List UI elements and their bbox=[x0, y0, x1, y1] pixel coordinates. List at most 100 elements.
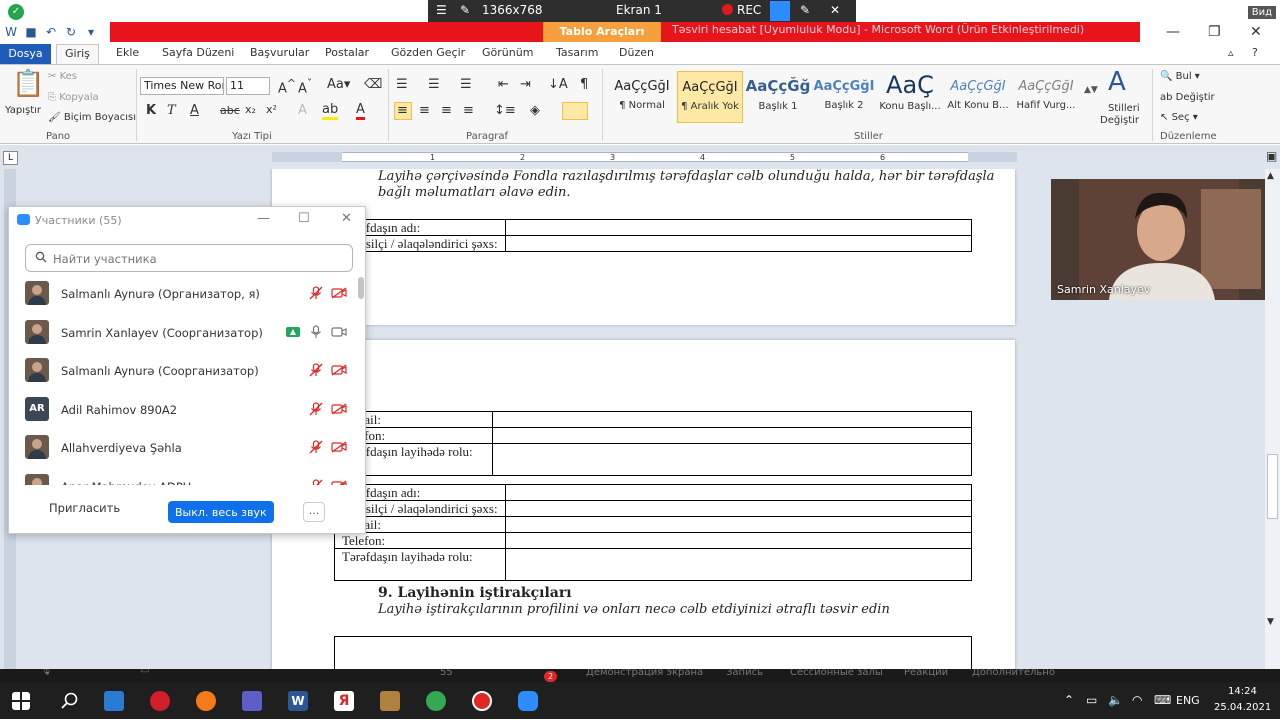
align-center-icon[interactable]: ≡ bbox=[419, 103, 430, 118]
subscript-icon[interactable]: x₂ bbox=[245, 103, 256, 116]
paste-icon[interactable]: 📋 bbox=[12, 69, 44, 99]
format-painter-button[interactable]: 🖌 Biçim Boyacısı bbox=[48, 112, 136, 123]
style-heading-1[interactable]: AaÇçĞğ Başlık 1 bbox=[745, 71, 811, 123]
maximize-icon[interactable]: ☐ bbox=[298, 211, 310, 226]
shading-icon[interactable]: ◈ bbox=[530, 103, 540, 118]
participant-list[interactable]: Salmanlı Aynurə (Организатор, я) Samrin X… bbox=[9, 275, 367, 485]
tray-expand-icon[interactable]: ⌃ bbox=[1064, 693, 1074, 707]
font-color-icon[interactable]: A bbox=[356, 103, 365, 120]
table-cell[interactable]: Tərəfdaşın layihədə rolu: bbox=[334, 548, 506, 581]
cut-button[interactable]: ✂ Kes bbox=[48, 71, 77, 82]
cursor-icon[interactable] bbox=[770, 1, 790, 21]
show-marks-icon[interactable]: ¶ bbox=[580, 77, 588, 92]
redo-icon[interactable]: ↻ bbox=[64, 25, 78, 39]
font-size-box[interactable]: 11 bbox=[226, 77, 270, 95]
borders-icon[interactable] bbox=[562, 102, 588, 120]
mic-muted-icon[interactable] bbox=[309, 401, 323, 416]
firefox-icon[interactable] bbox=[196, 691, 216, 711]
participant-row[interactable]: Salmanlı Aynurə (Организатор, я) bbox=[9, 275, 359, 313]
language-indicator[interactable]: ENG bbox=[1176, 694, 1200, 707]
participant-row[interactable]: Anar Mahmudov ADPU bbox=[9, 468, 359, 486]
font-name-box[interactable]: Times New Roı bbox=[140, 77, 224, 95]
tab-duzen[interactable]: Düzen bbox=[619, 46, 654, 59]
network-icon[interactable]: ◠ bbox=[1132, 693, 1142, 707]
participants-table[interactable] bbox=[334, 636, 972, 669]
customize-qat-icon[interactable]: ▾ bbox=[84, 25, 98, 39]
underline-icon[interactable]: A bbox=[190, 103, 199, 118]
scroll-down-icon[interactable]: ▼ bbox=[1267, 617, 1274, 627]
pin-icon[interactable]: ✎ bbox=[460, 3, 470, 17]
strikethrough-icon[interactable]: abc bbox=[220, 104, 240, 117]
close-icon[interactable]: ✕ bbox=[1250, 24, 1262, 40]
bullets-icon[interactable]: ☰ bbox=[396, 77, 408, 92]
clear-format-icon[interactable]: ⌫ bbox=[364, 77, 382, 92]
italic-icon[interactable]: T bbox=[167, 103, 176, 118]
tab-sayfa-duzeni[interactable]: Sayfa Düzeni bbox=[162, 46, 234, 59]
tab-dosya[interactable]: Dosya bbox=[0, 44, 51, 64]
video-off-icon[interactable] bbox=[331, 402, 347, 415]
participant-row[interactable]: Salmanlı Aynurə (Соорганизатор) bbox=[9, 352, 359, 390]
partner-table-1[interactable]: Tərəfdaşın adı: Təmsilçi / əlaqələndiric… bbox=[334, 219, 973, 252]
stop-share-icon[interactable]: ✕ bbox=[830, 3, 840, 17]
volume-icon[interactable]: 🔈 bbox=[1108, 693, 1123, 707]
help-icon[interactable]: ? bbox=[1252, 46, 1258, 59]
mic-muted-icon[interactable] bbox=[309, 286, 323, 300]
reactions-button[interactable]: Реакции bbox=[904, 669, 948, 678]
paragraph-text[interactable]: bağlı məlumatları əlavə edin. bbox=[378, 185, 571, 200]
section-heading[interactable]: 9. Layihənin iştirakçıları bbox=[378, 585, 572, 601]
vertical-scrollbar[interactable]: ▲ ▼ bbox=[1265, 169, 1280, 669]
find-button[interactable]: 🔍 Bul ▾ bbox=[1160, 71, 1200, 82]
table-cell[interactable] bbox=[334, 636, 972, 669]
task-view-icon[interactable] bbox=[104, 691, 124, 711]
tab-gorunum[interactable]: Görünüm bbox=[482, 46, 533, 59]
view-ruler-icon[interactable]: ▣ bbox=[1266, 149, 1277, 163]
video-thumbnail[interactable]: Samrin Xanlayev bbox=[1051, 179, 1265, 300]
participants-count[interactable]: 55 bbox=[440, 669, 453, 678]
participant-row[interactable]: Allahverdiyeva Şəhla bbox=[9, 429, 359, 467]
align-right-icon[interactable]: ≡ bbox=[441, 103, 452, 118]
save-icon[interactable]: ■ bbox=[24, 25, 38, 39]
video-off-icon[interactable] bbox=[331, 364, 347, 376]
record-button[interactable]: Запись bbox=[726, 669, 763, 678]
video-icon[interactable] bbox=[331, 326, 347, 338]
page-2[interactable]: E-mail: Telefon: Tərəfdaşın layihədə rol… bbox=[272, 340, 1015, 669]
yandex-icon[interactable]: Я bbox=[334, 691, 354, 711]
style-no-spacing[interactable]: AaÇçĞğI ¶ Aralık Yok bbox=[677, 71, 743, 123]
participant-row[interactable]: AR Adil Rahimov 890A2 bbox=[9, 391, 359, 429]
more-options-button[interactable]: Дополнительно bbox=[972, 669, 1055, 678]
style-title[interactable]: AaÇ Konu Başlı... bbox=[877, 71, 943, 123]
style-subtle-emphasis[interactable]: AaÇçĞğI Hafif Vurg... bbox=[1013, 71, 1079, 123]
justify-icon[interactable]: ≡ bbox=[463, 103, 474, 118]
mic-muted-icon[interactable] bbox=[309, 478, 323, 486]
table-cell[interactable] bbox=[504, 532, 973, 549]
record-icon[interactable] bbox=[472, 691, 492, 711]
page-1[interactable]: Layihə çərçivəsində Fondla razılaşdırılm… bbox=[272, 169, 1015, 325]
search-icon[interactable] bbox=[60, 691, 80, 711]
horizontal-ruler[interactable] bbox=[272, 152, 1017, 162]
table-cell[interactable] bbox=[504, 516, 973, 533]
mic-muted-icon[interactable] bbox=[309, 440, 323, 454]
decrease-indent-icon[interactable]: ⇤ bbox=[498, 77, 509, 92]
menu-icon[interactable]: ☰ bbox=[436, 3, 447, 17]
share-screen-button[interactable]: Демонстрация экрана bbox=[586, 669, 703, 678]
paragraph-text[interactable]: Layihə çərçivəsində Fondla razılaşdırılm… bbox=[378, 169, 994, 184]
line-spacing-icon[interactable]: ↕≡ bbox=[494, 103, 516, 118]
scrollbar-thumb[interactable] bbox=[1267, 454, 1278, 519]
table-cell[interactable] bbox=[492, 427, 972, 444]
table-cell[interactable]: Telefon: bbox=[334, 532, 506, 549]
keyboard-icon[interactable]: ⌨ bbox=[1154, 693, 1171, 707]
mic-icon[interactable] bbox=[309, 324, 323, 339]
select-button[interactable]: ↖ Seç ▾ bbox=[1160, 112, 1198, 123]
battery-icon[interactable]: ▭ bbox=[1086, 693, 1097, 707]
superscript-icon[interactable]: x² bbox=[266, 103, 277, 116]
change-case-icon[interactable]: Aa▾ bbox=[327, 77, 350, 92]
change-styles-icon[interactable]: A bbox=[1108, 67, 1126, 97]
tab-gozden-gecir[interactable]: Gözden Geçir bbox=[391, 46, 465, 59]
mute-all-button[interactable]: Выкл. весь звук bbox=[168, 501, 274, 523]
table-cell[interactable] bbox=[504, 235, 973, 252]
numbering-icon[interactable]: ☰ bbox=[428, 77, 440, 92]
table-cell[interactable] bbox=[504, 484, 973, 501]
teams-icon[interactable] bbox=[242, 691, 262, 711]
change-styles-label-1[interactable]: Stilleri bbox=[1108, 103, 1140, 114]
paste-button[interactable]: Yapıştır bbox=[5, 105, 41, 116]
